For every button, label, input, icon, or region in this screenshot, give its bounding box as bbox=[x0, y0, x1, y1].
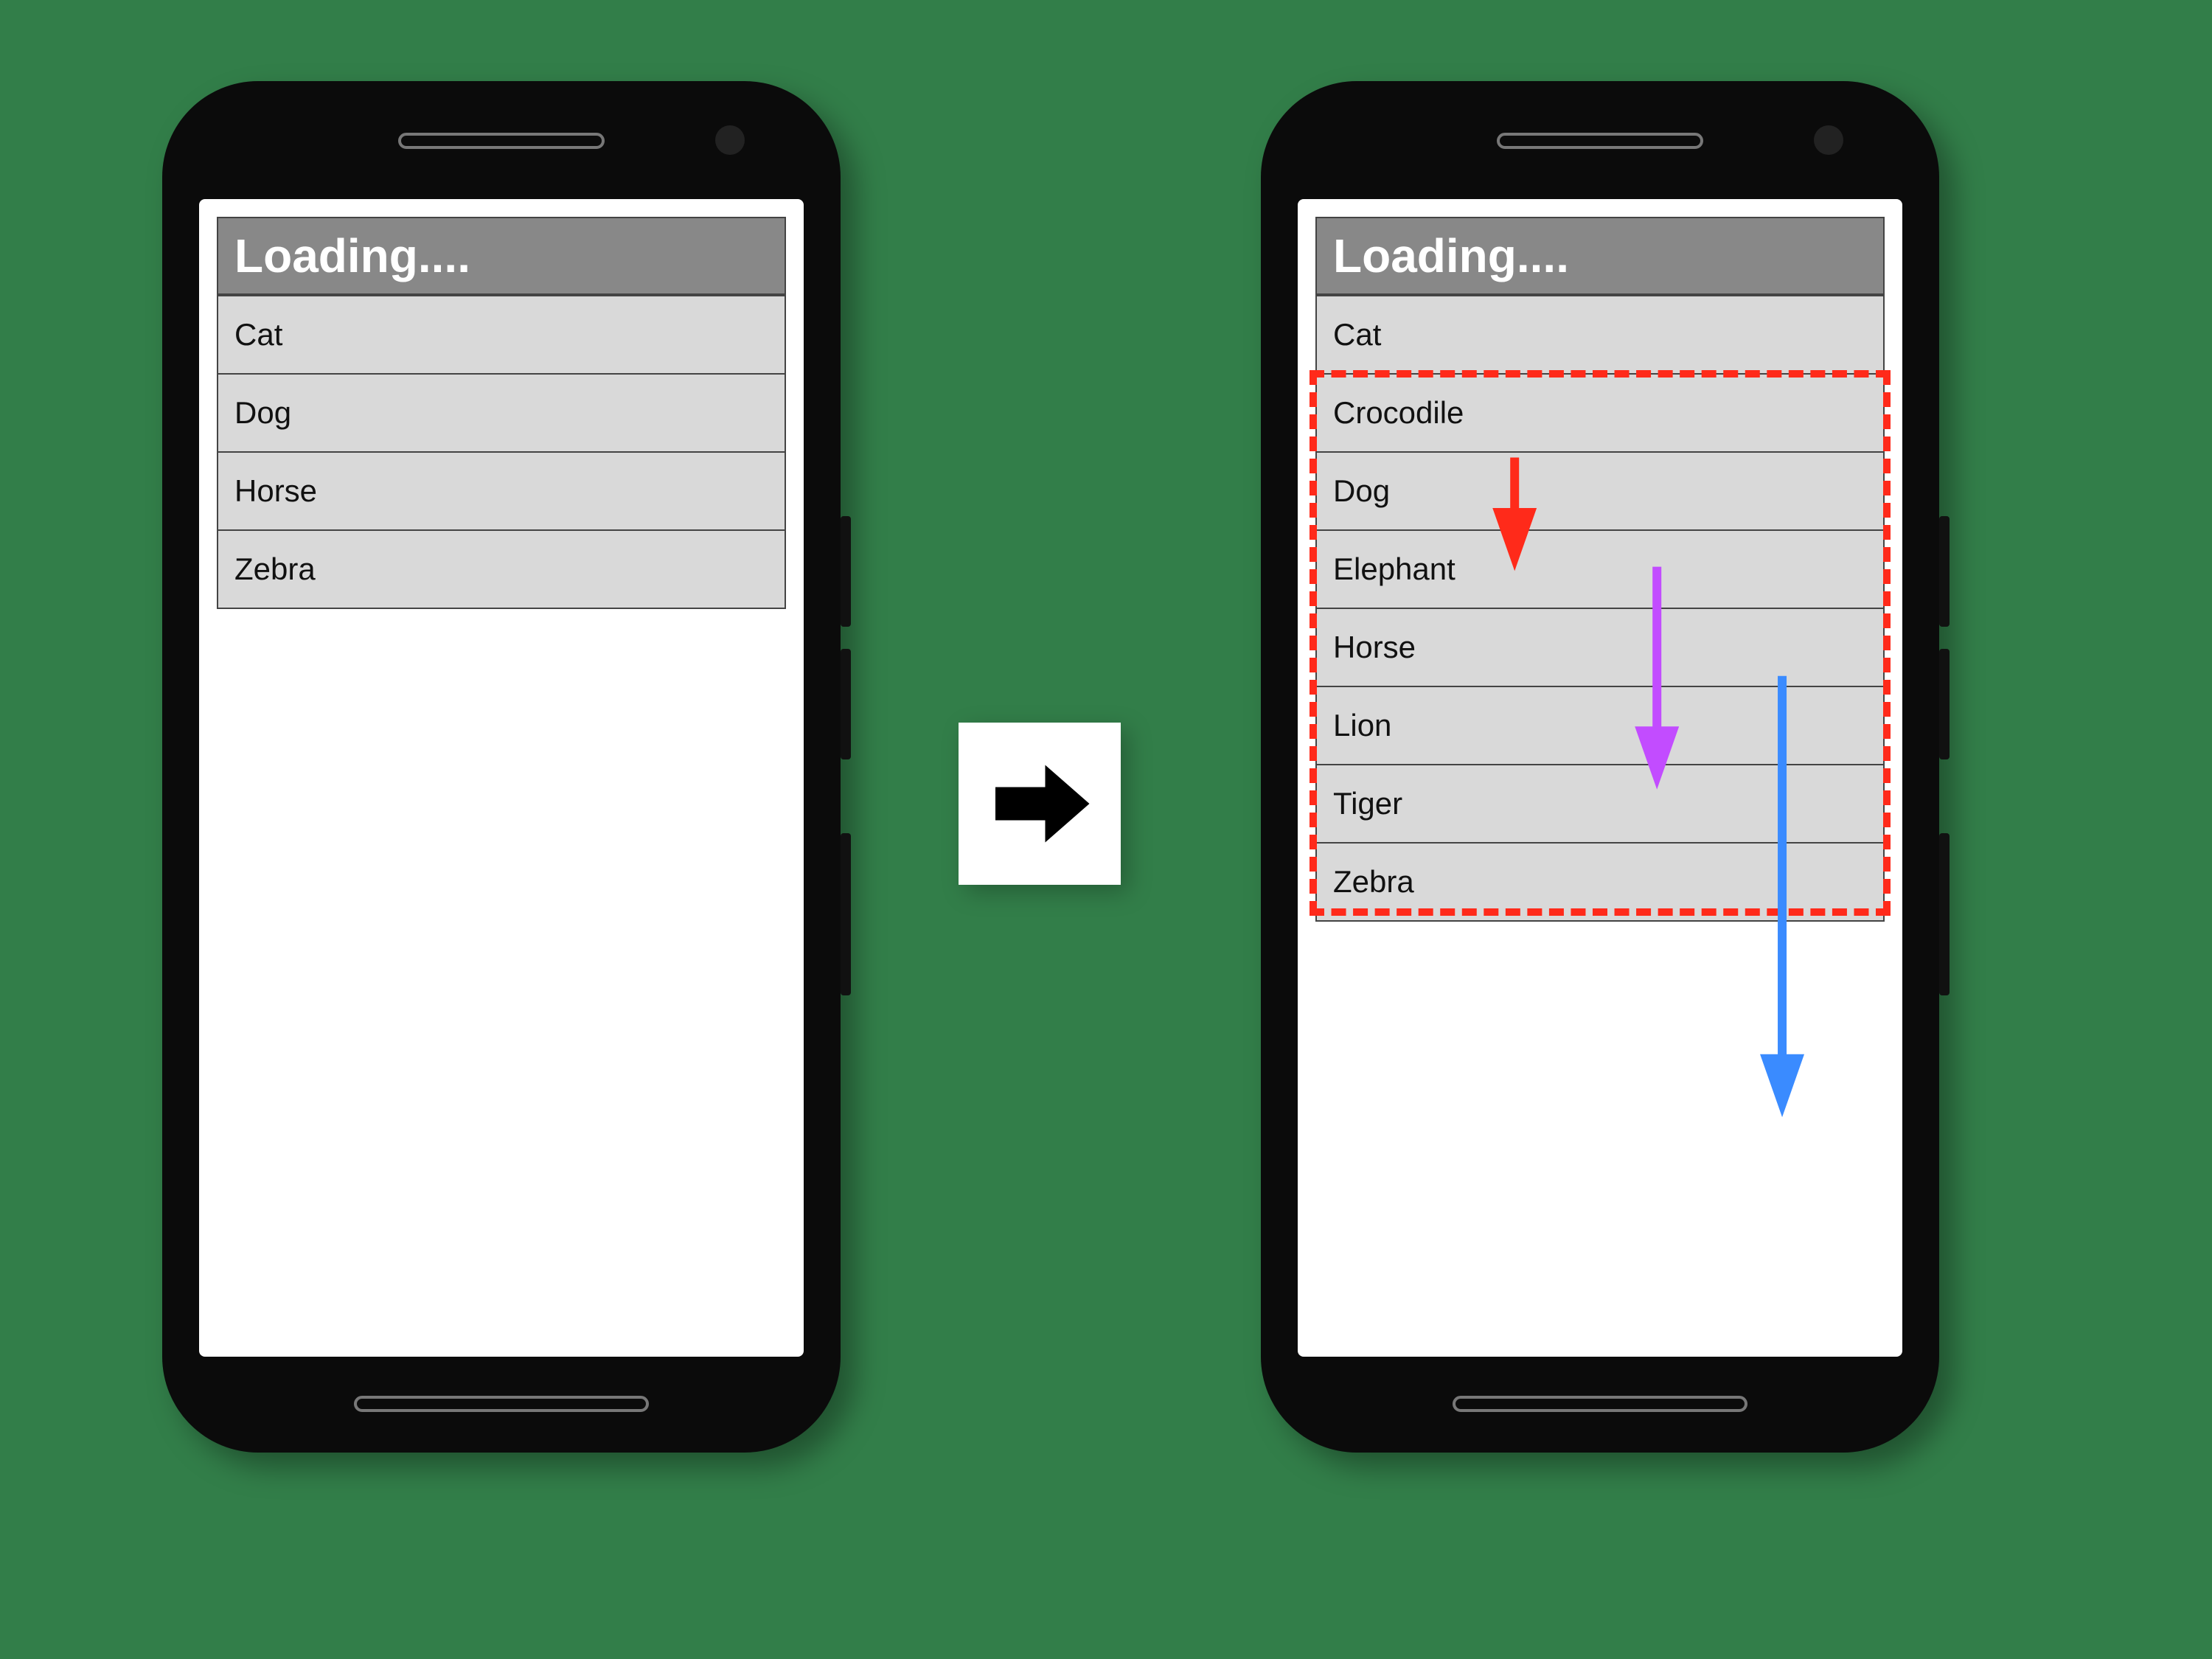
list-item[interactable]: Horse bbox=[218, 453, 785, 531]
volume-up-button[interactable] bbox=[1939, 516, 1950, 627]
list-view[interactable]: CatDogHorseZebra bbox=[217, 295, 786, 609]
list-item[interactable]: Zebra bbox=[218, 531, 785, 609]
app-header: Loading.... bbox=[1315, 217, 1885, 295]
list-item[interactable]: Zebra bbox=[1317, 844, 1883, 922]
power-button[interactable] bbox=[1939, 833, 1950, 995]
list-item[interactable]: Dog bbox=[218, 375, 785, 453]
app-header: Loading.... bbox=[217, 217, 786, 295]
phone-right: Loading.... CatCrocodileDogElephantHorse… bbox=[1261, 81, 1939, 1453]
list-item[interactable]: Crocodile bbox=[1317, 375, 1883, 453]
list-item[interactable]: Elephant bbox=[1317, 531, 1883, 609]
power-button[interactable] bbox=[841, 833, 851, 995]
list-item[interactable]: Cat bbox=[1317, 295, 1883, 375]
list-item[interactable]: Cat bbox=[218, 295, 785, 375]
list-view[interactable]: CatCrocodileDogElephantHorseLionTigerZeb… bbox=[1315, 295, 1885, 922]
screen-right: Loading.... CatCrocodileDogElephantHorse… bbox=[1298, 199, 1902, 1357]
homebar-icon bbox=[354, 1396, 649, 1412]
list-item[interactable]: Lion bbox=[1317, 687, 1883, 765]
transition-arrow-icon bbox=[959, 723, 1121, 885]
phone-left: Loading.... CatDogHorseZebra bbox=[162, 81, 841, 1453]
front-camera-icon bbox=[1814, 125, 1843, 155]
volume-up-button[interactable] bbox=[841, 516, 851, 627]
homebar-icon bbox=[1453, 1396, 1747, 1412]
earpiece-icon bbox=[1497, 133, 1703, 149]
screen-left: Loading.... CatDogHorseZebra bbox=[199, 199, 804, 1357]
list-item[interactable]: Dog bbox=[1317, 453, 1883, 531]
volume-down-button[interactable] bbox=[841, 649, 851, 759]
volume-down-button[interactable] bbox=[1939, 649, 1950, 759]
list-item[interactable]: Tiger bbox=[1317, 765, 1883, 844]
earpiece-icon bbox=[398, 133, 605, 149]
list-item[interactable]: Horse bbox=[1317, 609, 1883, 687]
front-camera-icon bbox=[715, 125, 745, 155]
